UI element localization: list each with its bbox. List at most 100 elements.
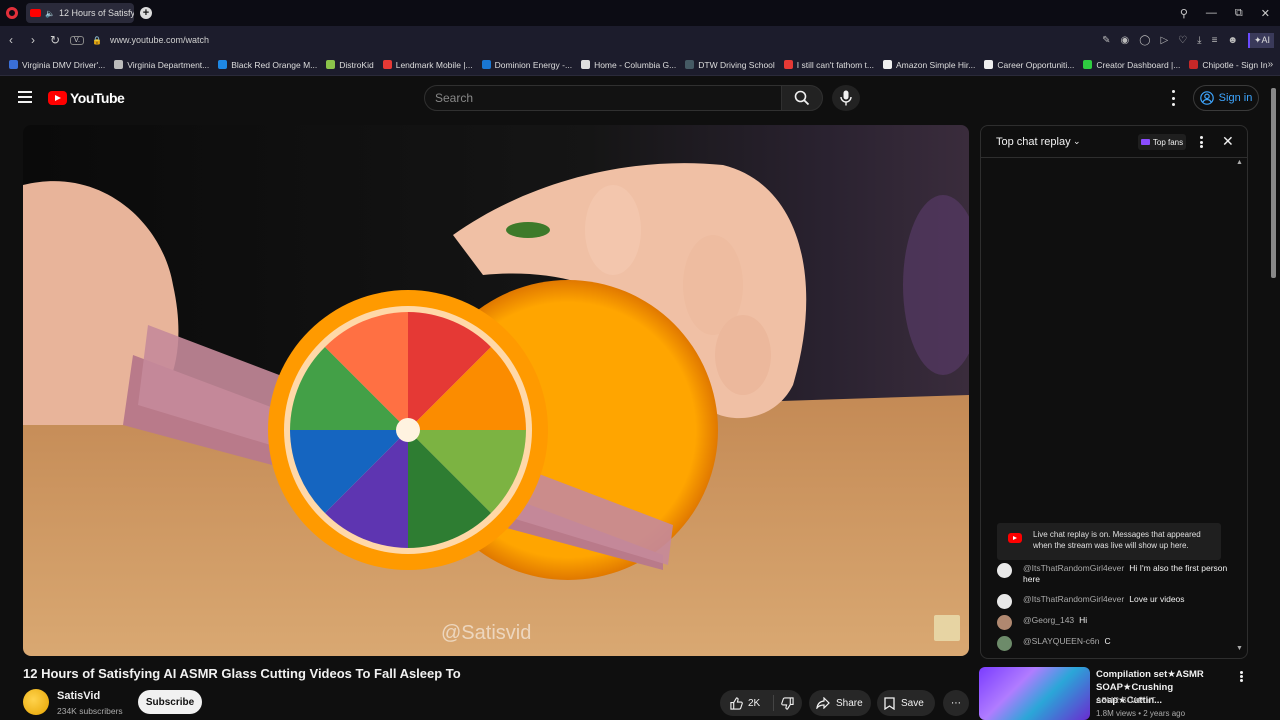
bookmark-label: Creator Dashboard |... — [1096, 59, 1181, 70]
chat-avatar[interactable] — [997, 615, 1012, 630]
forward-icon[interactable]: › — [22, 33, 44, 47]
chat-author[interactable]: @ItsThatRandomGirl4ever — [1023, 594, 1124, 604]
youtube-logo[interactable]: YouTube — [48, 90, 125, 106]
tab-title: 12 Hours of Satisfying — [59, 8, 134, 18]
video-player[interactable]: @Satisvid — [23, 125, 969, 656]
channel-avatar[interactable] — [23, 689, 49, 715]
download-icon[interactable]: ⤓ — [1197, 35, 1201, 46]
dislike-button[interactable] — [774, 696, 794, 710]
like-dislike-group: 2K — [720, 690, 802, 716]
reload-icon[interactable]: ↻ — [44, 33, 66, 47]
speaker-icon[interactable]: 🔈 — [45, 9, 55, 18]
bookmark-label: Virginia Department... — [127, 59, 210, 70]
search-tabs-icon[interactable]: ⚲ — [1180, 7, 1188, 20]
bookmark-item[interactable]: Amazon Simple Hir... — [883, 60, 975, 70]
recommended-channel: ASMR SOAP YT — [1096, 696, 1156, 705]
subscriber-count: 234K subscribers — [57, 706, 123, 716]
minimize-icon[interactable]: — — [1206, 7, 1217, 19]
bookmark-item[interactable]: Virginia DMV Driver'... — [9, 60, 105, 70]
bookmark-item[interactable]: DTW Driving School — [685, 60, 775, 70]
scroll-up-icon[interactable]: ▲ — [1236, 159, 1243, 166]
bookmark-item[interactable]: Dominion Energy -... — [481, 59, 573, 70]
bookmark-item[interactable]: I still can't fathom t... — [783, 59, 875, 70]
opera-logo-icon[interactable] — [6, 7, 18, 19]
chat-text: Hi — [1079, 615, 1088, 625]
share-button[interactable]: Share — [809, 690, 871, 716]
aria-ai-button[interactable]: ✦AI — [1247, 32, 1274, 48]
bookmark-item[interactable]: Chipotle - Sign In — [1189, 59, 1268, 70]
restore-icon[interactable]: ⧉ — [1235, 7, 1243, 20]
recommended-meta: 1.8M views • 2 years ago — [1096, 709, 1186, 718]
bookmark-item[interactable]: Black Red Orange M... — [218, 60, 317, 70]
top-fans-button[interactable]: Top fans — [1138, 134, 1186, 150]
video-watermark: @Satisvid — [441, 622, 532, 644]
chat-author[interactable]: @Georg_143 — [1023, 615, 1074, 625]
bookmark-item[interactable]: Home - Columbia G... — [581, 60, 676, 70]
heart-icon[interactable]: ♡ — [1178, 35, 1187, 46]
settings-kebab-icon[interactable] — [1168, 90, 1178, 106]
bookmark-label: Virginia DMV Driver'... — [22, 59, 106, 70]
bookmark-item[interactable]: Lendmark Mobile |... — [382, 60, 473, 70]
channel-name[interactable]: SatisVid — [57, 690, 100, 702]
recommended-video[interactable]: Compilation set★ASMR SOAP★Crushing soap★… — [979, 667, 1269, 720]
youtube-header: YouTube Search Sign in — [0, 76, 1280, 120]
subscribe-button[interactable]: Subscribe — [138, 690, 202, 714]
thumbs-down-icon — [781, 696, 794, 710]
url-field[interactable]: www.youtube.com/watch — [110, 35, 209, 45]
bookmarks-overflow-icon[interactable]: » — [1268, 59, 1274, 70]
address-bar: ‹ › ↻ V. 🔒 www.youtube.com/watch ✎ ◉ ◯ ▷… — [0, 26, 1280, 54]
video-frame — [23, 125, 969, 656]
save-button[interactable]: Save — [877, 690, 935, 716]
address-bar-tools: ✎ ◉ ◯ ▷ ♡ ⤓ ≡ ☻ ✦AI — [1102, 32, 1274, 48]
lock-icon[interactable]: 🔒 — [92, 36, 102, 45]
like-count: 2K — [748, 697, 761, 709]
chat-text: C — [1104, 636, 1111, 646]
browser-tab[interactable]: 🔈 12 Hours of Satisfying — [26, 3, 134, 23]
bookmark-item[interactable]: Virginia Department... — [114, 60, 209, 70]
bookmark-label: Chipotle - Sign In — [1202, 59, 1268, 70]
vpn-badge-icon[interactable]: V. — [70, 35, 84, 45]
recommended-thumbnail[interactable] — [979, 667, 1090, 720]
bookmark-label: Career Opportuniti... — [997, 59, 1075, 70]
chat-avatar[interactable] — [997, 563, 1012, 578]
bookmark-item[interactable]: Career Opportuniti... — [984, 60, 1074, 70]
chat-avatar[interactable] — [997, 636, 1012, 651]
bookmark-label: DistroKid — [339, 59, 374, 70]
top-fans-icon — [1140, 139, 1150, 145]
bookmark-label: Black Red Orange M... — [231, 59, 318, 70]
search-input[interactable]: Search — [424, 85, 782, 111]
bookmark-label: Home - Columbia G... — [594, 59, 677, 70]
edit-icon[interactable]: ✎ — [1102, 35, 1110, 46]
play-icon[interactable]: ▷ — [1160, 35, 1168, 46]
recommended-kebab-icon[interactable] — [1240, 671, 1244, 682]
bookmark-item[interactable]: DistroKid — [326, 59, 374, 70]
bookmark-label: I still can't fathom t... — [796, 59, 875, 70]
like-button[interactable]: 2K — [720, 695, 774, 711]
chevron-down-icon[interactable]: ⌄ — [1073, 136, 1081, 147]
page-scrollbar[interactable] — [1271, 88, 1276, 278]
channel-watermark-icon[interactable] — [934, 615, 960, 641]
chat-mode-label[interactable]: Top chat replay — [996, 136, 1071, 148]
hamburger-menu-icon[interactable] — [18, 91, 32, 103]
bookmark-label: Dominion Energy -... — [494, 59, 573, 70]
voice-search-button[interactable] — [832, 85, 860, 111]
close-window-icon[interactable]: ✕ — [1261, 7, 1270, 20]
shield-icon[interactable]: ◯ — [1139, 35, 1150, 46]
new-tab-icon[interactable]: + — [140, 7, 152, 19]
chat-kebab-icon[interactable] — [1200, 136, 1204, 148]
close-icon[interactable]: ✕ — [1222, 133, 1234, 150]
more-actions-icon[interactable]: ⋯ — [943, 690, 969, 716]
chat-avatar[interactable] — [997, 594, 1012, 609]
bookmark-item[interactable]: Creator Dashboard |... — [1083, 60, 1180, 70]
profile-icon[interactable]: ☻ — [1227, 35, 1238, 46]
scroll-down-icon[interactable]: ▼ — [1236, 645, 1243, 652]
youtube-play-icon — [1008, 533, 1022, 543]
camera-icon[interactable]: ◉ — [1121, 35, 1130, 46]
thumbs-up-icon — [730, 696, 743, 710]
menu-icon[interactable]: ≡ — [1212, 35, 1218, 46]
chat-author[interactable]: @SLAYQUEEN-c6n — [1023, 636, 1100, 646]
sign-in-button[interactable]: Sign in — [1193, 85, 1259, 111]
back-icon[interactable]: ‹ — [0, 33, 22, 47]
search-button[interactable] — [781, 85, 823, 111]
chat-author[interactable]: @ItsThatRandomGirl4ever — [1023, 563, 1124, 573]
